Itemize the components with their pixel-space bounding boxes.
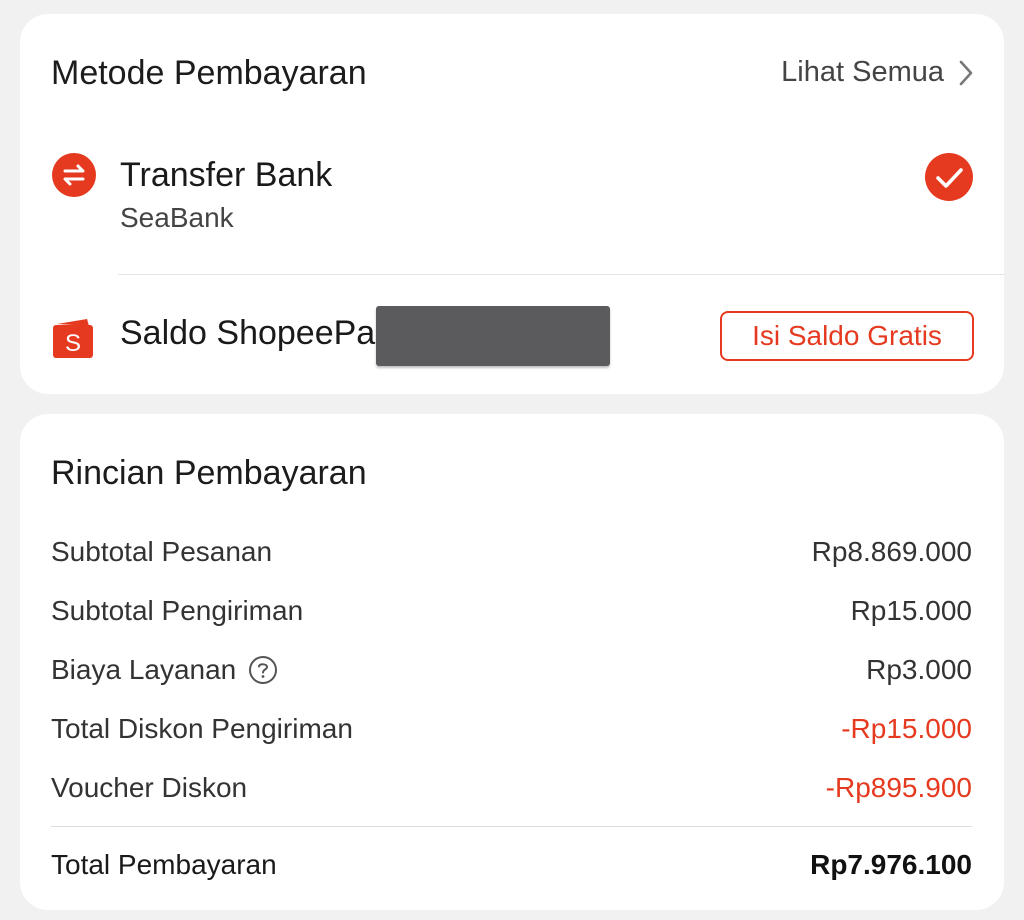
chevron-right-icon [958, 59, 974, 87]
check-circle-icon [924, 152, 974, 207]
transfer-bank-sub: SeaBank [120, 202, 234, 233]
payment-method-title: Metode Pembayaran [51, 54, 367, 92]
detail-row: Total Diskon Pengiriman -Rp15.000 [51, 709, 972, 749]
total-label: Total Pembayaran [51, 849, 277, 880]
detail-row: Biaya Layanan Rp3.000 [51, 650, 972, 690]
redacted-balance [376, 306, 610, 366]
detail-label-wrap: Biaya Layanan [51, 654, 278, 686]
shopeepay-name: Saldo ShopeePa [120, 314, 376, 352]
transfer-arrows-icon [51, 152, 97, 203]
topup-button[interactable]: Isi Saldo Gratis [720, 311, 974, 361]
payment-method-card: Metode Pembayaran Lihat Semua Transfer B… [20, 14, 1004, 394]
detail-row: Subtotal Pesanan Rp8.869.000 [51, 532, 972, 572]
detail-row: Subtotal Pengiriman Rp15.000 [51, 591, 972, 631]
payment-option-transfer-bank[interactable]: Transfer Bank SeaBank [51, 148, 974, 248]
shopeepay-wallet-icon: S [51, 316, 95, 365]
detail-value: Rp3.000 [866, 654, 972, 685]
detail-value: Rp8.869.000 [811, 536, 972, 567]
detail-row: Voucher Diskon -Rp895.900 [51, 768, 972, 808]
detail-label: Biaya Layanan [51, 654, 237, 685]
detail-label: Voucher Diskon [51, 772, 248, 803]
total-value: Rp7.976.100 [810, 849, 972, 880]
detail-value: Rp15.000 [850, 595, 972, 626]
see-all-link[interactable]: Lihat Semua [781, 56, 974, 89]
detail-value: -Rp15.000 [841, 713, 972, 744]
transfer-bank-name: Transfer Bank [120, 156, 333, 194]
detail-value: -Rp895.900 [825, 772, 972, 803]
detail-label: Total Diskon Pengiriman [51, 713, 353, 744]
payment-details-card: Rincian Pembayaran Subtotal Pesanan Rp8.… [20, 414, 1004, 910]
svg-text:S: S [65, 330, 81, 357]
question-circle-icon[interactable] [248, 655, 278, 685]
total-row: Total Pembayaran Rp7.976.100 [51, 845, 972, 885]
payment-details-title: Rincian Pembayaran [51, 454, 367, 492]
total-divider [51, 826, 972, 827]
detail-label: Subtotal Pengiriman [51, 595, 304, 626]
see-all-label: Lihat Semua [781, 56, 944, 88]
detail-label: Subtotal Pesanan [51, 536, 273, 567]
method-divider [118, 274, 1004, 275]
